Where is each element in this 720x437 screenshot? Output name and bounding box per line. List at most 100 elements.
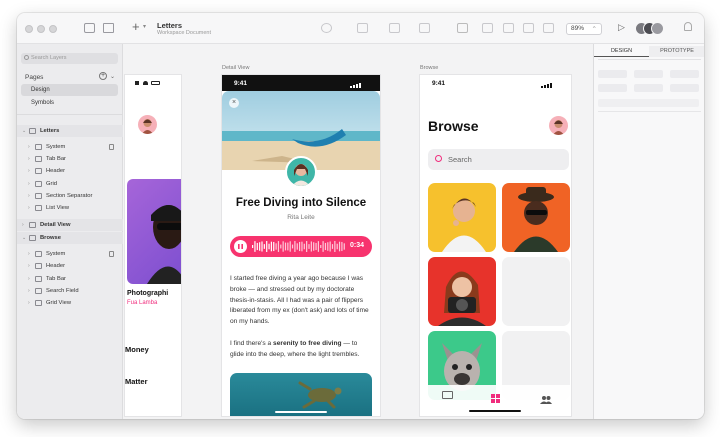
layer-row[interactable]: › Grid	[17, 178, 123, 190]
maximize-window-button[interactable]	[49, 25, 57, 33]
sidebar-toggle-icon[interactable]	[103, 23, 114, 33]
height-field[interactable]	[634, 84, 663, 92]
insert-icon[interactable]: +	[132, 19, 140, 34]
avatar[interactable]	[138, 115, 157, 134]
layer-label: Grid	[46, 181, 57, 187]
chevron-right-icon[interactable]: ›	[28, 168, 30, 174]
chevron-down-icon[interactable]: ⌄	[22, 235, 26, 241]
divider	[598, 59, 701, 60]
ungroup-icon[interactable]	[419, 23, 430, 33]
grid-tile[interactable]	[502, 183, 570, 252]
layer-row[interactable]: › List View	[17, 202, 123, 214]
canvas[interactable]: Photographi Fua Lamba Money Matter Detai…	[123, 44, 593, 419]
grid-tile[interactable]	[428, 257, 496, 326]
artboard-label-detail[interactable]: Detail View	[222, 65, 249, 71]
artboard-label-browse[interactable]: Browse	[420, 65, 438, 71]
pause-icon[interactable]	[234, 240, 247, 253]
signal-icon	[541, 81, 561, 88]
layer-row[interactable]: ⌄ Letters	[17, 125, 123, 137]
x-position-field[interactable]	[598, 70, 627, 78]
layer-row[interactable]: › System	[17, 141, 123, 153]
list-item-title[interactable]: Matter	[125, 377, 148, 386]
chevron-down-icon[interactable]: ⌄	[110, 73, 115, 80]
layer-row[interactable]: › Search Field	[17, 285, 123, 297]
artboard-browse[interactable]: 9:41 Browse Search	[420, 75, 571, 416]
page-item-symbols[interactable]: Symbols	[21, 97, 118, 109]
add-page-icon[interactable]: +	[99, 72, 107, 80]
align-toolbar[interactable]	[598, 99, 699, 107]
lock-icon[interactable]	[109, 251, 114, 257]
chevron-right-icon[interactable]: ›	[28, 263, 30, 269]
lock-icon[interactable]	[109, 144, 114, 150]
preview-play-icon[interactable]: ▷	[618, 22, 625, 33]
page-item-design[interactable]: Design	[21, 84, 118, 96]
waveform-bar	[268, 243, 270, 250]
edit-icon[interactable]	[457, 23, 468, 33]
pages-header: Pages	[25, 74, 44, 81]
mask-icon[interactable]	[482, 23, 493, 33]
layer-row[interactable]: ⌄ Browse	[17, 232, 123, 244]
close-window-button[interactable]	[25, 25, 33, 33]
avatar[interactable]	[549, 116, 568, 135]
grid-tile[interactable]	[428, 183, 496, 252]
chevron-right-icon[interactable]: ›	[22, 222, 24, 228]
grid-tile[interactable]	[502, 257, 570, 326]
chevron-right-icon[interactable]: ›	[28, 300, 30, 306]
notification-bell-icon[interactable]	[684, 22, 692, 31]
waveform-bar	[301, 241, 303, 252]
layer-row[interactable]: › Section Separator	[17, 190, 123, 202]
group-icon[interactable]	[389, 23, 400, 33]
layer-row[interactable]: › Detail View	[17, 219, 123, 231]
chevron-right-icon[interactable]: ›	[28, 156, 30, 162]
artboard-icon	[35, 276, 42, 282]
grid-icon[interactable]	[491, 390, 500, 403]
author-avatar[interactable]	[285, 156, 317, 188]
chevron-right-icon[interactable]: ›	[28, 251, 30, 257]
layer-row[interactable]: › System	[17, 248, 123, 260]
boolean-union-icon[interactable]	[503, 23, 514, 33]
inbox-icon[interactable]	[442, 391, 453, 399]
list-item-title[interactable]: Money	[125, 345, 149, 354]
layer-row[interactable]: › Grid View	[17, 297, 123, 309]
y-position-field[interactable]	[634, 70, 663, 78]
layer-label: Browse	[40, 235, 61, 241]
people-icon[interactable]	[540, 391, 552, 404]
home-indicator	[469, 410, 521, 412]
layer-row[interactable]: › Header	[17, 165, 123, 177]
close-icon[interactable]: ×	[229, 98, 239, 108]
chevron-right-icon[interactable]: ›	[28, 276, 30, 282]
boolean-intersect-icon[interactable]	[543, 23, 554, 33]
search-input[interactable]: Search	[428, 149, 569, 170]
create-symbol-icon[interactable]	[357, 23, 368, 33]
radius-field[interactable]	[670, 84, 699, 92]
artboard-icon	[29, 128, 36, 134]
rotation-field[interactable]	[670, 70, 699, 78]
boolean-subtract-icon[interactable]	[523, 23, 534, 33]
chevron-down-icon[interactable]: ⌄	[22, 128, 26, 134]
tab-prototype[interactable]: PROTOTYPE	[649, 46, 704, 57]
artboard-letters[interactable]: Photographi Fua Lamba Money Matter	[125, 75, 181, 416]
zoom-select[interactable]: 89% ⌃	[566, 23, 602, 35]
collaborator-avatars[interactable]	[635, 22, 665, 35]
home-indicator	[275, 411, 327, 413]
layer-label: Search Field	[46, 288, 79, 294]
minimize-window-button[interactable]	[37, 25, 45, 33]
chevron-right-icon[interactable]: ›	[28, 288, 30, 294]
symbol-icon[interactable]	[321, 23, 332, 33]
chevron-right-icon[interactable]: ›	[28, 181, 30, 187]
layers-toggle-icon[interactable]	[84, 23, 95, 33]
chevron-right-icon[interactable]: ›	[28, 193, 30, 199]
featured-card-image[interactable]	[127, 179, 181, 284]
waveform[interactable]	[252, 240, 346, 253]
layer-row[interactable]: › Header	[17, 260, 123, 272]
layer-row[interactable]: › Tab Bar	[17, 273, 123, 285]
layer-row[interactable]: › Tab Bar	[17, 153, 123, 165]
chevron-down-icon[interactable]: ▾	[143, 23, 146, 30]
artboard-detail-view[interactable]: 9:41 × Free Diving into Silence Rita Lei…	[222, 75, 380, 416]
chevron-right-icon[interactable]: ›	[28, 205, 30, 211]
audio-player[interactable]: 0:34	[230, 236, 372, 257]
tab-design[interactable]: DESIGN	[594, 46, 649, 57]
width-field[interactable]	[598, 84, 627, 92]
chevron-right-icon[interactable]: ›	[28, 144, 30, 150]
search-layers-input[interactable]: Search Layers	[21, 53, 118, 64]
